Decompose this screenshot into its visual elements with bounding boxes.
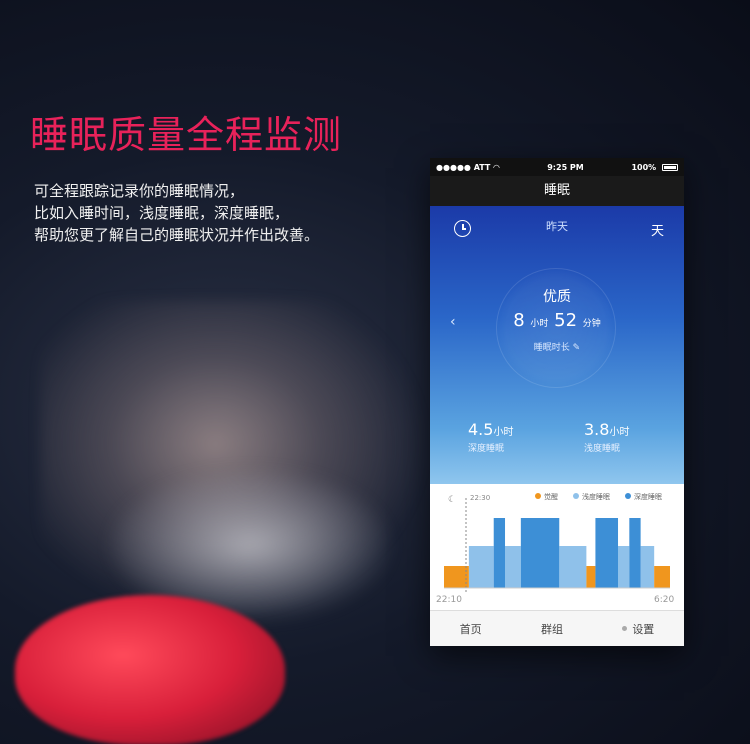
nav-title: 睡眠 xyxy=(430,176,684,206)
duration-hours: 8 xyxy=(513,310,525,331)
legend-label: 觉醒 xyxy=(544,492,558,501)
marker-time-label: 22:30 xyxy=(470,494,490,502)
status-bar: ●●●●● ATT ◠ 9:25 PM 100% xyxy=(430,158,684,176)
pencil-icon[interactable]: ✎ xyxy=(573,343,581,353)
legend-label: 深度睡眠 xyxy=(634,492,662,501)
duration-label[interactable]: 睡眠时长 ✎ xyxy=(430,340,684,353)
light-sleep-value: 3.8 xyxy=(584,420,610,439)
deep-sleep-label: 深度睡眠 xyxy=(468,444,505,454)
light-sleep-unit: 小时 xyxy=(609,427,630,438)
settings-icon xyxy=(622,626,628,631)
description-line: 帮助您更了解自己的睡眠状况并作出改善。 xyxy=(34,226,320,244)
wifi-icon: ◠ xyxy=(493,162,500,172)
chart-bar xyxy=(618,546,630,588)
heart-pillow-image xyxy=(15,595,285,744)
battery-icon xyxy=(661,163,678,171)
x-start-label: 22:10 xyxy=(436,595,462,605)
duration-label-text: 睡眠时长 xyxy=(533,343,570,353)
day-view-button[interactable]: 天 xyxy=(651,220,664,239)
legend-swatch xyxy=(573,493,579,499)
battery-percent: 100% xyxy=(631,162,657,172)
tab-settings-label: 设置 xyxy=(632,622,655,636)
tab-bar: 首页 群组 设置 xyxy=(430,610,684,646)
tab-groups[interactable]: 群组 xyxy=(541,621,563,637)
chart-bar xyxy=(468,546,494,588)
legend-label: 浅度睡眠 xyxy=(582,492,610,501)
chart-bar xyxy=(444,566,469,588)
deep-sleep-stat: 4.5小时 深度睡眠 xyxy=(468,420,513,454)
sleep-summary: 昨天 天 ‹ 优质 8 小时 52 分钟 睡眠时长 ✎ 4.5小时 深度睡眠 3… xyxy=(430,206,684,484)
moon-icon: ☾ xyxy=(448,495,456,505)
chart-bar xyxy=(520,518,560,588)
chart-bar xyxy=(559,546,587,588)
status-time: 9:25 PM xyxy=(547,162,584,172)
description-line: 可全程跟踪记录你的睡眠情况， xyxy=(34,182,245,200)
chart-bar xyxy=(505,546,521,588)
description-line: 比如入睡时间，浅度睡眠，深度睡眠， xyxy=(34,204,290,222)
phone-screen: ●●●●● ATT ◠ 9:25 PM 100% 睡眠 昨天 天 ‹ 优质 8 … xyxy=(430,158,684,646)
duration-minutes-unit: 分钟 xyxy=(582,319,601,329)
page-headline: 睡眠质量全程监测 xyxy=(30,113,343,157)
sleep-duration: 8 小时 52 分钟 xyxy=(430,310,684,331)
chart-bar xyxy=(629,518,641,588)
chart-bar xyxy=(493,518,506,588)
sleep-chart: 22:30 ☾ 觉醒 浅度睡眠 深度睡眠 22:10 6:20 xyxy=(430,484,684,610)
legend-swatch xyxy=(625,493,631,499)
chart-bar xyxy=(640,546,655,588)
carrier-label: ●●●●● ATT xyxy=(436,162,491,172)
light-sleep-label: 浅度睡眠 xyxy=(584,444,621,454)
deep-sleep-value: 4.5 xyxy=(468,420,494,439)
sleep-quality: 优质 xyxy=(543,289,571,305)
deep-sleep-unit: 小时 xyxy=(493,427,514,438)
day-label: 昨天 xyxy=(546,220,568,233)
sleep-chart-svg: 22:30 ☾ 觉醒 浅度睡眠 深度睡眠 22:10 6:20 xyxy=(436,492,674,605)
chart-bar xyxy=(654,566,670,588)
duration-minutes: 52 xyxy=(554,310,578,331)
chart-bar xyxy=(586,566,596,588)
tab-home[interactable]: 首页 xyxy=(460,621,482,637)
chart-bar xyxy=(595,518,619,588)
legend-swatch xyxy=(535,493,541,499)
x-end-label: 6:20 xyxy=(654,595,674,605)
light-sleep-stat: 3.8小时 浅度睡眠 xyxy=(584,420,629,454)
duration-hours-unit: 小时 xyxy=(530,319,549,329)
description: 可全程跟踪记录你的睡眠情况， 比如入睡时间，浅度睡眠，深度睡眠， 帮助您更了解自… xyxy=(34,180,394,246)
tab-settings[interactable]: 设置 xyxy=(622,621,654,637)
